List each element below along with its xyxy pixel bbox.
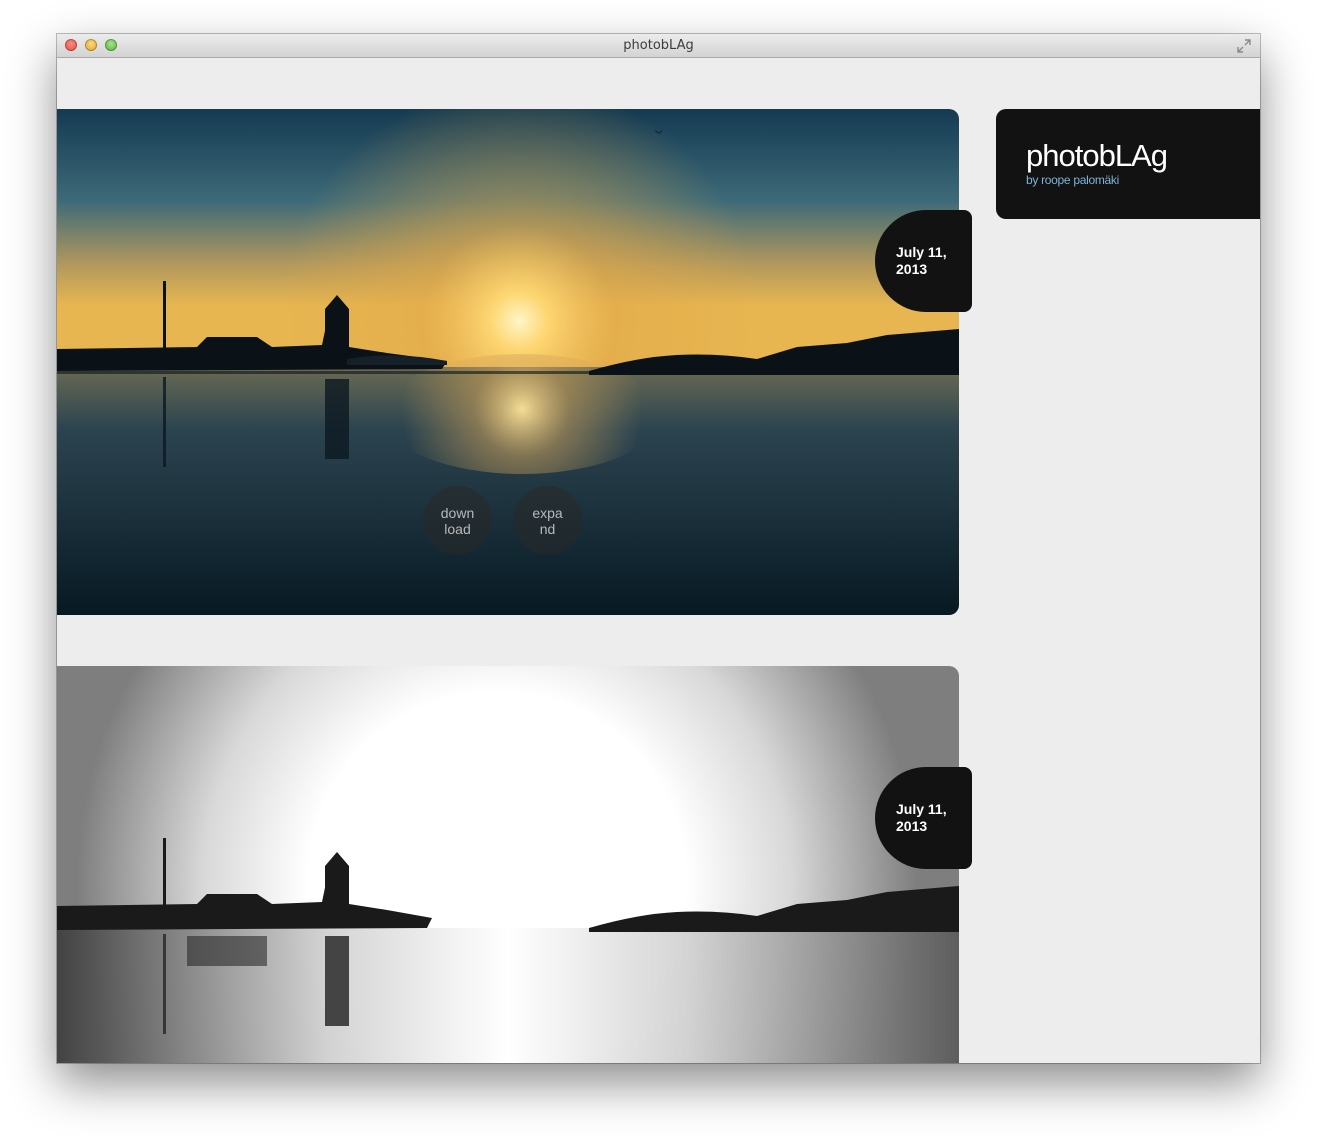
site-title[interactable]: photobLAg (1026, 139, 1260, 173)
fullscreen-icon[interactable] (1236, 38, 1252, 54)
app-window: photobLAg down load expa nd July 11, 201… (57, 34, 1260, 1063)
post-photo-sunset: down load expa nd (57, 109, 959, 615)
post-date-badge: July 11, 2013 (875, 767, 972, 869)
expand-button[interactable]: expa nd (513, 486, 582, 555)
sunset-harbor-image (57, 109, 959, 615)
post-date-badge: July 11, 2013 (875, 210, 972, 312)
window-titlebar[interactable]: photobLAg (57, 34, 1260, 58)
download-button[interactable]: down load (423, 486, 492, 555)
post-photo-bw (57, 666, 959, 1063)
site-author: by roope palomäki (1026, 173, 1119, 187)
bw-harbor-image (57, 666, 959, 1063)
window-title: photobLAg (623, 38, 694, 53)
site-header[interactable]: photobLAg by roope palomäki (996, 109, 1260, 219)
page-content: down load expa nd July 11, 2013 July 11,… (57, 58, 1260, 1063)
